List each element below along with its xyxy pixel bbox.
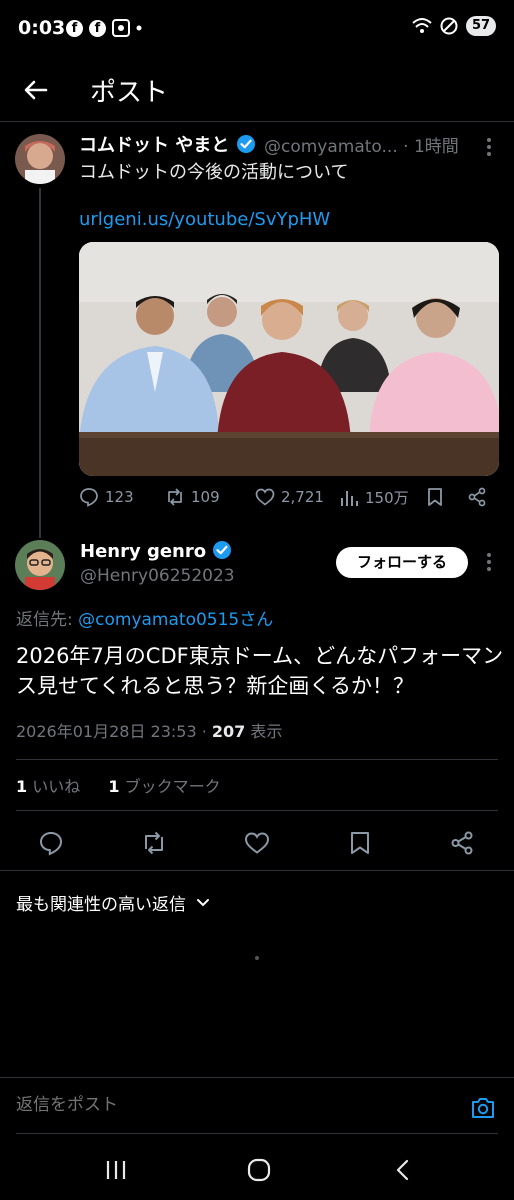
status-system-icons: 57 [412,16,496,36]
reply-to-handle-link[interactable]: @comyamato0515さん [78,610,273,630]
status-bar: 0:03 f f 57 [0,0,514,58]
divider [0,870,514,871]
thread-connector [39,188,41,538]
parent-author-name-text: コムドット やまと [79,135,230,156]
divider [16,759,498,760]
status-time: 0:03 [18,17,66,39]
heart-icon [255,488,275,506]
reply-sort-label: 最も関連性の高い返信 [16,895,186,915]
bookmark-icon[interactable] [347,830,373,856]
page-title: ポスト [90,78,169,108]
reply-post-actions [0,822,514,862]
reply-compose-input[interactable] [16,1090,446,1120]
recent-apps-icon[interactable] [102,1158,130,1182]
wifi-icon [412,18,432,33]
reply-to-prefix: 返信先: [16,610,79,630]
like-count: 2,721 [281,488,324,506]
reply-icon [80,488,98,507]
parent-author-name[interactable]: コムドット やまと [79,131,256,157]
parent-handle-text: @comyamato... [264,137,398,157]
heart-icon[interactable] [244,830,270,856]
reply-author-handle[interactable]: @Henry06252023 [80,566,235,586]
camera-icon[interactable] [470,1096,496,1120]
parent-post-media-image[interactable] [79,242,499,476]
reply-author-name[interactable]: Henry genro [80,540,232,562]
system-navigation-bar [0,1140,514,1200]
repost-count: 109 [191,488,220,506]
verified-badge-icon [213,541,232,559]
more-options-icon[interactable] [486,552,492,572]
divider [16,810,498,811]
reply-author-name-text: Henry genro [80,541,207,562]
reply-action[interactable]: 123 [79,487,134,507]
repost-icon[interactable] [141,830,167,856]
analytics-icon [341,490,358,506]
reply-sort-dropdown[interactable]: 最も関連性の高い返信 [16,890,211,915]
facebook-icon: f [66,19,83,37]
share-icon[interactable] [449,830,475,856]
home-icon[interactable] [245,1158,273,1182]
likes-label: いいね [27,777,81,796]
battery-indicator: 57 [466,16,496,36]
views-action[interactable]: 150万 [339,487,409,508]
bookmarks-stat[interactable]: 1 ブックマーク [108,777,220,796]
back-arrow-icon[interactable] [20,74,52,106]
top-app-bar: ポスト [0,58,514,122]
screenshot-icon [112,19,130,37]
parent-post-actions: 123 109 2,721 150万 [79,487,499,515]
like-action[interactable]: 2,721 [255,487,324,507]
dot-icon [136,25,142,31]
bookmarks-label: ブックマーク [119,777,221,796]
reply-author-avatar[interactable] [15,540,65,590]
parent-post-text: コムドットの今後の活動について [79,162,349,183]
parent-post-time: · 1時間 [403,137,459,157]
status-notification-icons: f f [66,19,142,37]
bookmarks-count: 1 [108,777,120,796]
parent-post-link[interactable]: urlgeni.us/youtube/SvYpHW [79,209,330,230]
reply-post-text: 2026年7月のCDF東京ドーム、どんなパフォーマンス見せてくれると思う？新企画… [16,644,504,698]
reply-icon[interactable] [38,830,64,856]
compose-underline [16,1133,498,1134]
facebook-icon: f [89,19,106,37]
parent-author-avatar[interactable] [15,134,65,184]
views-count: 150万 [365,489,409,507]
dnd-icon [440,17,458,35]
back-icon[interactable] [390,1158,418,1182]
reply-post-date: 2026年01月28日 23:53 · [16,722,212,741]
reply-post-meta: 2026年01月28日 23:53 · 207 表示 [16,718,282,742]
repost-icon [168,488,182,506]
likes-stat[interactable]: 1 いいね [16,777,80,796]
likes-count: 1 [16,777,28,796]
share-action[interactable] [467,487,487,507]
follow-button[interactable]: フォローする [336,547,468,578]
repost-action[interactable]: 109 [165,487,220,507]
bookmark-icon [428,488,442,506]
reply-views-label: 表示 [245,722,283,741]
loading-indicator [255,956,259,960]
more-options-icon[interactable] [486,137,492,157]
reply-views-count: 207 [211,722,246,741]
reply-to-line: 返信先: @comyamato0515さん [16,605,273,630]
bookmark-action[interactable] [425,487,445,507]
reply-count: 123 [105,488,134,506]
reply-compose-bar [0,1077,514,1135]
verified-badge-icon [236,135,255,153]
engagement-summary: 1 いいね 1 ブックマーク [16,773,221,797]
parent-author-handle[interactable]: @comyamato... · 1時間 [264,132,459,157]
chevron-down-icon [197,899,210,907]
share-icon [468,487,486,507]
